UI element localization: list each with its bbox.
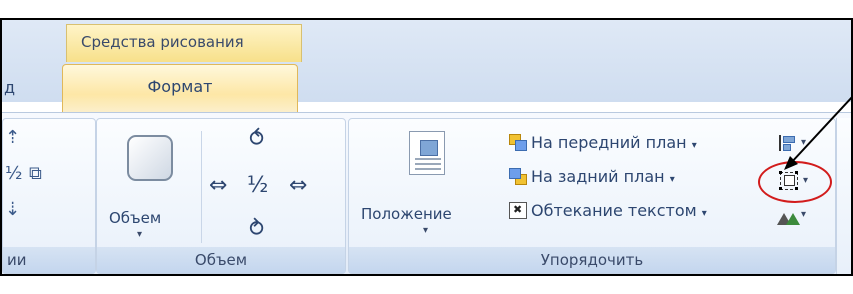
word-ribbon-window: Средства рисования д Формат ⇡ ½ ⧉ ⇣ ии О…	[0, 0, 853, 294]
frame-left	[0, 18, 2, 276]
frame-bottom	[0, 274, 853, 276]
annotation-arrow	[784, 95, 853, 170]
frame-top	[0, 18, 853, 20]
